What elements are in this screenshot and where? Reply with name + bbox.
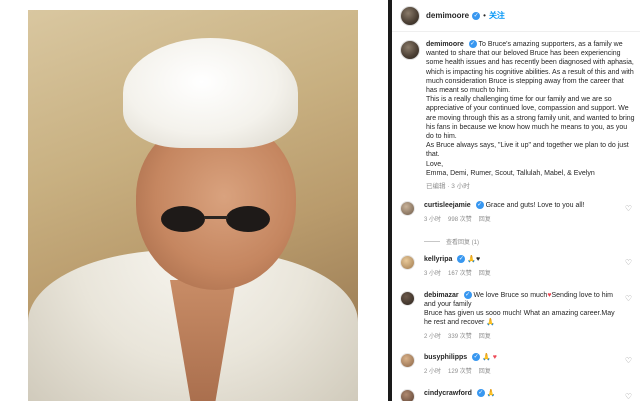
comment-item: kellyripa ✓ 🙏♥ 3 小时 167 次赞 回复 ♡ [400, 255, 636, 279]
photo-sunglasses-bridge [204, 216, 228, 219]
post-caption: demimoore ✓ To Bruce's amazing supporter… [400, 40, 636, 191]
photo-sunglasses-right [226, 206, 270, 232]
avatar[interactable] [400, 5, 420, 26]
comment-username[interactable]: debimazar [424, 292, 459, 299]
caption-meta: 已编辑 · 3 小时 [426, 183, 470, 191]
replies-line [424, 241, 440, 242]
red-heart-emoji: ♥ [492, 354, 497, 361]
comment-time: 2 小时 [424, 369, 442, 375]
verified-badge-icon: ✓ [476, 389, 485, 398]
comment-time: 3 小时 [424, 217, 442, 223]
comment-body: curtisleejamie ✓ Grace and guts! Love to… [424, 201, 620, 225]
caption-paragraph-5: Emma, Demi, Rumer, Scout, Tallulah, Mabe… [426, 169, 595, 177]
comment-time: 2 小时 [424, 334, 442, 340]
comment-username[interactable]: cindycrawford [424, 390, 472, 397]
heart-outline-icon[interactable]: ♡ [625, 392, 632, 401]
comment-item: debimazar ✓ We love Bruce so much♥Sendin… [400, 291, 636, 342]
comment-item: busyphilipps ✓ 🙏 ♥ 2 小时 129 次赞 回复 ♡ [400, 353, 636, 377]
comment-reply-button[interactable]: 回复 [479, 333, 491, 342]
caption-paragraph-4: Love, [426, 160, 444, 168]
comment-body: cindycrawford ✓ 🙏 [424, 389, 620, 401]
caption-paragraph-1: To Bruce's amazing supporters, as a fami… [426, 41, 634, 95]
comment-reply-button[interactable]: 回复 [479, 216, 491, 225]
heart-outline-icon[interactable]: ♡ [625, 294, 632, 303]
caption-avatar[interactable] [400, 40, 420, 60]
commenter-avatar[interactable] [400, 291, 415, 306]
follow-button[interactable]: 关注 [489, 10, 505, 21]
view-replies-label[interactable]: 查看回复 (1) [446, 237, 479, 246]
comment-meta: 2 小时 129 次赞 回复 [424, 368, 620, 377]
separator-dot: • [483, 11, 486, 20]
comment-reply-button[interactable]: 回复 [479, 270, 491, 279]
commenter-avatar[interactable] [400, 389, 415, 401]
heart-outline-icon[interactable]: ♡ [625, 204, 632, 213]
photo-sunglasses-left [161, 206, 205, 232]
view-replies-button[interactable]: 查看回复 (1) [424, 237, 479, 246]
post-image-panel [0, 0, 390, 401]
post-side-panel: demimoore ✓ • 关注 demimoore ✓ To Bruce's … [392, 0, 640, 401]
comment-username[interactable]: curtisleejamie [424, 202, 471, 209]
comment-username[interactable]: busyphilipps [424, 354, 467, 361]
heart-outline-icon[interactable]: ♡ [625, 356, 632, 365]
verified-badge-icon: ✓ [468, 40, 477, 49]
comment-meta: 3 小时 998 次赞 回复 [424, 216, 620, 225]
commenter-avatar[interactable] [400, 201, 415, 216]
comment-likes[interactable]: 339 次赞 [448, 333, 472, 342]
verified-badge-icon: ✓ [457, 255, 466, 264]
comment-item: curtisleejamie ✓ Grace and guts! Love to… [400, 201, 636, 225]
comment-body: busyphilipps ✓ 🙏 ♥ 2 小时 129 次赞 回复 [424, 353, 620, 377]
comment-body: debimazar ✓ We love Bruce so much♥Sendin… [424, 291, 620, 342]
comment-text: Grace and guts! Love to you all! [485, 202, 585, 209]
photo-towel-hat [123, 38, 298, 148]
post-photo[interactable] [28, 10, 358, 401]
post-header: demimoore ✓ • 关注 [392, 0, 640, 32]
comment-text: We love Bruce so much [473, 292, 548, 299]
comment-meta: 3 小时 167 次赞 回复 [424, 270, 620, 279]
comment-meta: 2 小时 339 次赞 回复 [424, 333, 620, 342]
comment-likes[interactable]: 998 次赞 [448, 216, 472, 225]
comment-likes[interactable]: 129 次赞 [448, 368, 472, 377]
comment-text: 🙏♥ [467, 256, 481, 263]
caption-paragraph-3: As Bruce always says, "Live it up" and t… [426, 142, 629, 159]
comment-item: cindycrawford ✓ 🙏 ♡ [400, 389, 636, 401]
commenter-avatar[interactable] [400, 353, 415, 368]
comment-reply-button[interactable]: 回复 [479, 368, 491, 377]
verified-badge-icon: ✓ [472, 11, 481, 20]
comment-username[interactable]: kellyripa [424, 256, 452, 263]
caption-paragraph-2: This is a really challenging time for ou… [426, 96, 635, 141]
verified-badge-icon: ✓ [472, 353, 481, 362]
header-username[interactable]: demimoore [426, 11, 469, 20]
comment-text: 🙏 [486, 390, 496, 397]
comment-time: 3 小时 [424, 271, 442, 277]
caption-username[interactable]: demimoore [426, 41, 464, 48]
comment-text: 🙏 [482, 354, 491, 361]
caption-text-block: demimoore ✓ To Bruce's amazing supporter… [426, 40, 636, 191]
heart-outline-icon[interactable]: ♡ [625, 258, 632, 267]
comment-text-line-2: Bruce has given us sooo much! What an am… [424, 310, 615, 326]
verified-badge-icon: ✓ [475, 201, 484, 210]
comment-likes[interactable]: 167 次赞 [448, 270, 472, 279]
comment-body: kellyripa ✓ 🙏♥ 3 小时 167 次赞 回复 [424, 255, 620, 279]
commenter-avatar[interactable] [400, 255, 415, 270]
verified-badge-icon: ✓ [463, 291, 472, 300]
